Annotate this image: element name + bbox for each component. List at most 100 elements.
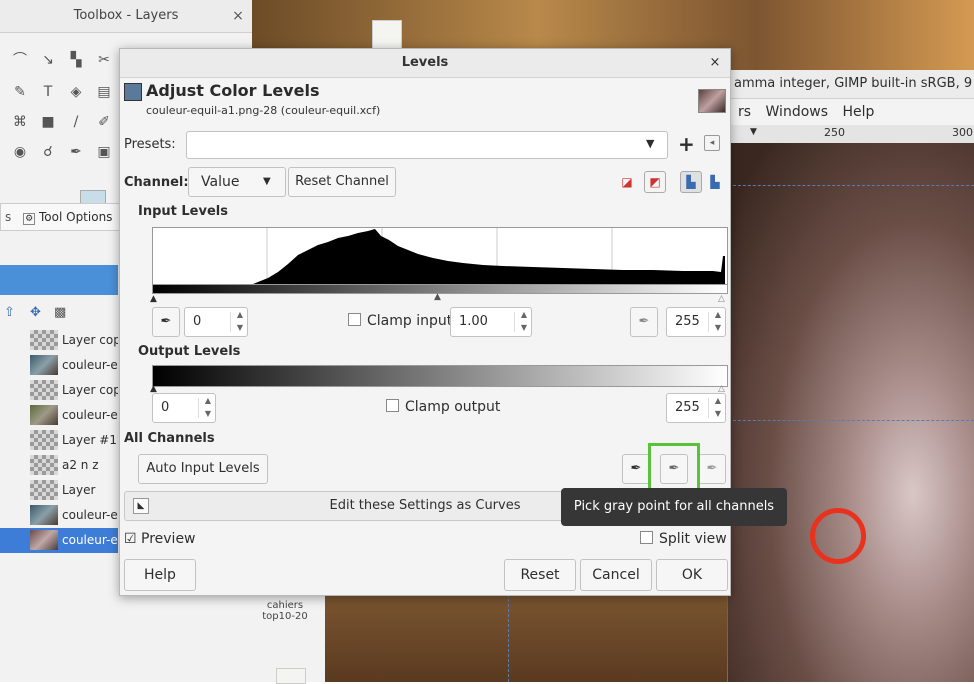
desktop-file-icon[interactable] (372, 20, 402, 50)
ok-button[interactable]: OK (656, 559, 728, 591)
cancel-button[interactable]: Cancel (580, 559, 652, 591)
gamma-spinner[interactable]: 1.00 ▲ ▼ (450, 307, 532, 337)
dialog-close-button[interactable]: × (704, 49, 726, 77)
layer-thumbnail (30, 455, 58, 475)
clamp-output-checkbox[interactable]: Clamp output (386, 399, 500, 415)
move-icon[interactable]: ✥ (30, 305, 41, 320)
channel-value: Value (201, 174, 240, 190)
mypaint-tool-icon[interactable]: ■ (38, 112, 58, 132)
split-view-checkbox[interactable]: Split view (640, 531, 727, 547)
output-low-spinner[interactable]: 0 ▲ ▼ (152, 393, 216, 423)
layer-thumbnail (30, 405, 58, 425)
histogram-log-toggle-icon[interactable]: ▙ (704, 171, 726, 193)
horizontal-ruler: ▼ 250 300 (728, 125, 974, 144)
layer-row[interactable]: a2 n z (0, 453, 118, 478)
input-low-spinner[interactable]: 0 ▲ ▼ (184, 307, 248, 337)
pick-black-point-icon[interactable]: ✒ (622, 454, 650, 484)
input-low-value: 0 (193, 314, 202, 329)
transform-tool-icon[interactable]: ✂ (94, 50, 114, 70)
menu-item-windows[interactable]: Windows (766, 104, 829, 120)
increment-icon[interactable]: ▲ (237, 309, 243, 321)
decrement-icon[interactable]: ▼ (205, 408, 211, 420)
chevron-down-icon[interactable]: ▼ (646, 137, 654, 150)
input-white-handle[interactable]: △ (718, 295, 725, 304)
decrement-icon[interactable]: ▼ (715, 408, 721, 420)
increment-icon[interactable]: ▲ (715, 395, 721, 407)
menu-item-filters[interactable]: rs (738, 104, 751, 120)
presets-combo[interactable] (186, 131, 668, 159)
reset-button[interactable]: Reset (504, 559, 576, 591)
alpha-lock-icon[interactable]: ▩ (54, 305, 66, 320)
help-button[interactable]: Help (124, 559, 196, 591)
increment-icon[interactable]: ▲ (521, 309, 527, 321)
layer-row[interactable]: Layer #1 (0, 428, 118, 453)
decrement-icon[interactable]: ▼ (521, 322, 527, 334)
text-tool-icon[interactable]: T (38, 82, 58, 102)
pick-white-input-icon[interactable]: ✒ (630, 307, 658, 337)
input-black-handle[interactable]: ▲ (150, 295, 157, 304)
increment-icon[interactable]: ▲ (715, 309, 721, 321)
tab-tool-options[interactable]: s ⚙ Tool Options (0, 203, 120, 231)
ink-tool-icon[interactable]: ✒ (66, 142, 86, 162)
auto-input-levels-button[interactable]: Auto Input Levels (138, 454, 268, 484)
layer-name: couleur-equil (62, 508, 118, 522)
toolbox-title: Toolbox - Layers (0, 0, 252, 33)
green-highlight-annotation (648, 443, 700, 493)
link-icon[interactable]: ⇧ (4, 305, 15, 320)
free-select-tool-icon[interactable]: ⌒ (10, 50, 30, 70)
histogram[interactable] (152, 227, 728, 285)
decrement-icon[interactable]: ▼ (715, 322, 721, 334)
log-histogram-icon[interactable]: ◩ (644, 171, 666, 193)
output-levels-gradient[interactable] (152, 365, 728, 387)
layer-row[interactable]: Layer copy (0, 378, 118, 403)
layer-row[interactable]: couleur-equil (0, 403, 118, 428)
desktop-folder-label[interactable]: cahiers top10-20 (250, 600, 320, 622)
layer-name: a2 n z (62, 458, 99, 472)
crop-tool-icon[interactable]: ▚ (66, 50, 86, 70)
layer-row-selected[interactable]: couleur-equil (0, 528, 118, 553)
input-high-value: 255 (675, 314, 700, 329)
linear-histogram-icon[interactable]: ◪ (616, 171, 638, 193)
dodge-tool-icon[interactable]: ◉ (10, 142, 30, 162)
spinner-separator (230, 312, 231, 332)
image-view[interactable] (728, 143, 974, 682)
layer-name: couleur-equil (62, 533, 118, 547)
channel-combo[interactable]: Value ▼ (188, 167, 286, 197)
toolbox-close-button[interactable]: × (228, 0, 248, 32)
paths-tool-icon[interactable]: ✎ (10, 82, 30, 102)
layer-name: Layer (62, 483, 96, 497)
clamp-input-checkbox[interactable]: Clamp input (348, 313, 452, 329)
pick-black-input-icon[interactable]: ✒ (152, 307, 180, 337)
output-high-spinner[interactable]: 255 ▲ ▼ (666, 393, 726, 423)
gradient-tool-icon[interactable]: ▤ (94, 82, 114, 102)
layer-boundary (728, 420, 974, 421)
layer-row[interactable]: Layer copy (0, 328, 118, 353)
layer-boundary (508, 594, 509, 682)
image-tool-icon[interactable]: ▣ (94, 142, 114, 162)
layer-row[interactable]: couleur-equil (0, 353, 118, 378)
input-gamma-handle[interactable]: ▲ (434, 293, 441, 302)
histogram-linear-toggle-icon[interactable]: ▙ (680, 171, 702, 193)
fuzzy-select-tool-icon[interactable]: ↘ (38, 50, 58, 70)
heal-tool-icon[interactable]: ⌘ (10, 112, 30, 132)
decrement-icon[interactable]: ▼ (237, 322, 243, 334)
ruler-marker-icon: ▼ (750, 127, 757, 137)
output-high-value: 255 (675, 400, 700, 415)
add-preset-icon[interactable]: + (678, 131, 695, 157)
all-channels-label: All Channels (124, 431, 215, 446)
layer-row[interactable]: couleur-equil (0, 503, 118, 528)
checkbox-box (348, 313, 361, 326)
layer-row[interactable]: Layer (0, 478, 118, 503)
increment-icon[interactable]: ▲ (205, 395, 211, 407)
pick-white-point-icon[interactable]: ✒ (698, 454, 726, 484)
menu-item-help[interactable]: Help (842, 104, 874, 120)
preview-checkbox[interactable]: ☑ Preview (124, 531, 196, 547)
presets-menu-icon[interactable]: ◂ (704, 135, 720, 151)
bucket-tool-icon[interactable]: ◈ (66, 82, 86, 102)
brush-tool-icon[interactable]: ✐ (94, 112, 114, 132)
clamp-input-label: Clamp input (367, 313, 453, 329)
reset-channel-button[interactable]: Reset Channel (288, 167, 396, 197)
pencil-tool-icon[interactable]: / (66, 112, 86, 132)
input-high-spinner[interactable]: 255 ▲ ▼ (666, 307, 726, 337)
smudge-tool-icon[interactable]: ☌ (38, 142, 58, 162)
